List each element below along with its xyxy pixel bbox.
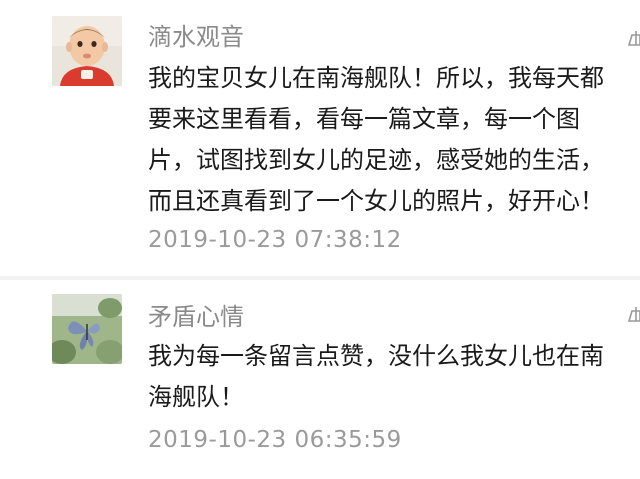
comment-text-line: 我的宝贝女儿在南海舰队！所以，我每天都 — [148, 64, 604, 92]
commenter-nickname: 矛盾心情 — [148, 303, 244, 331]
comment-text-line: 我为每一条留言点赞，没什么我女儿也在南 — [148, 342, 604, 370]
thumbs-up-icon[interactable] — [626, 304, 640, 324]
thumbs-up-icon[interactable] — [626, 28, 640, 48]
comment-text: 我的宝贝女儿在南海舰队！所以，我每天都 要来这里看看，看每一篇文章，每一个图 片… — [148, 58, 620, 222]
comment-text-line: 而且还真看到了一个女儿的照片，好开心！ — [148, 187, 604, 215]
comment-item: 滴水观音 我的宝贝女儿在南海舰队！所以，我每天都 要来这里看看，看每一篇文章，每… — [0, 0, 640, 278]
comment-text-line: 要来这里看看，看每一篇文章，每一个图 — [148, 105, 580, 133]
comment-list: 滴水观音 我的宝贝女儿在南海舰队！所以，我每天都 要来这里看看，看每一篇文章，每… — [0, 0, 640, 479]
comment-timestamp: 2019-10-23 06:35:59 — [148, 427, 402, 453]
commenter-nickname: 滴水观音 — [148, 23, 244, 51]
comment-item: 矛盾心情 我为每一条留言点赞，没什么我女儿也在南 海舰队！ 2019-10-23… — [0, 281, 640, 479]
comment-text: 我为每一条留言点赞，没什么我女儿也在南 海舰队！ — [148, 336, 620, 418]
baby-photo-icon — [52, 16, 122, 86]
butterfly-photo-icon — [52, 294, 122, 364]
avatar[interactable] — [52, 16, 122, 86]
comment-divider — [0, 276, 640, 280]
comment-text-line: 海舰队！ — [148, 383, 244, 411]
comment-timestamp: 2019-10-23 07:38:12 — [148, 227, 402, 253]
avatar[interactable] — [52, 294, 122, 364]
comment-text-line: 片，试图找到女儿的足迹，感受她的生活， — [148, 146, 604, 174]
